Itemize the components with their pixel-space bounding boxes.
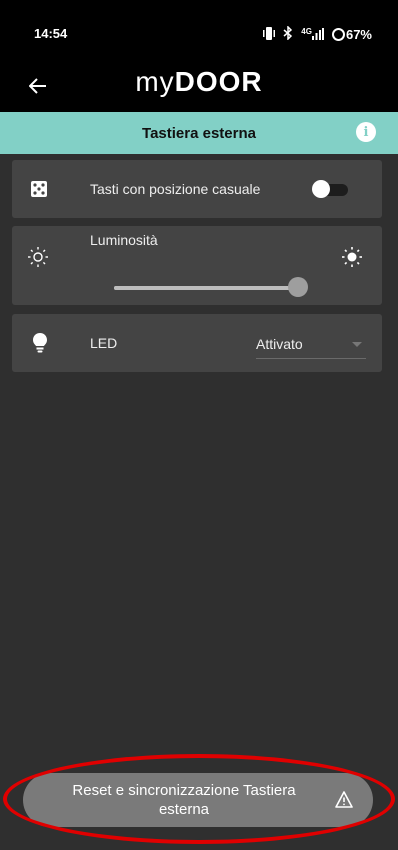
app-bar: myDOOR: [0, 62, 398, 112]
vibrate-icon: [263, 26, 276, 43]
dice-icon: [29, 179, 49, 199]
random-keys-toggle[interactable]: [312, 180, 352, 198]
warning-icon: [335, 791, 353, 809]
status-icons: 4G 67%: [263, 25, 372, 43]
led-label: LED: [90, 335, 118, 351]
signal-icon: 4G: [301, 27, 324, 43]
slider-fill: [114, 286, 299, 290]
reset-sync-button[interactable]: Reset e sincronizzazione Tastiera estern…: [23, 773, 373, 827]
random-keys-row: Tasti con posizione casuale: [12, 160, 382, 218]
led-select-value: Attivato: [256, 336, 303, 352]
app-logo: myDOOR: [0, 66, 398, 98]
logo-my: my: [135, 66, 175, 97]
battery-label: 67%: [345, 27, 372, 42]
bluetooth-icon: [283, 25, 293, 43]
brightness-row: Luminosità: [12, 226, 382, 305]
status-bar: 14:54 4G 67%: [0, 0, 398, 62]
battery-icon: [331, 28, 345, 41]
led-select[interactable]: Attivato: [256, 332, 366, 359]
info-button[interactable]: i: [356, 122, 376, 142]
toggle-thumb: [312, 180, 330, 198]
page-title: Tastiera esterna: [142, 124, 256, 142]
page-title-bar: Tastiera esterna i: [0, 112, 398, 154]
sun-high-icon: [342, 247, 362, 267]
battery-indicator: 67%: [331, 27, 372, 42]
random-keys-label: Tasti con posizione casuale: [90, 181, 261, 197]
slider-thumb[interactable]: [288, 277, 309, 297]
status-time: 14:54: [34, 26, 68, 41]
bulb-icon: [30, 333, 50, 353]
signal-label: 4G: [301, 26, 312, 36]
led-row: LED Attivato: [12, 314, 382, 372]
reset-sync-label: Reset e sincronizzazione Tastiera estern…: [72, 782, 296, 818]
info-icon: i: [363, 124, 369, 140]
brightness-slider[interactable]: [114, 277, 309, 297]
sun-low-icon: [28, 247, 48, 267]
logo-door: DOOR: [174, 66, 263, 97]
brightness-label: Luminosità: [90, 232, 158, 248]
chevron-down-icon: [352, 342, 362, 347]
